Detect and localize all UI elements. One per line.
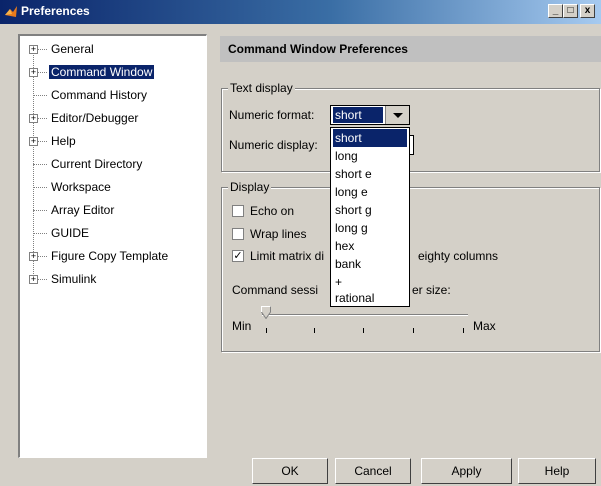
slider-tick bbox=[266, 328, 267, 333]
format-option[interactable]: long g bbox=[333, 219, 407, 237]
echo-on-label: Echo on bbox=[250, 204, 295, 218]
tree-item-current-directory[interactable]: Current Directory bbox=[29, 155, 144, 173]
limit-matrix-label: Limit matrix di bbox=[250, 249, 325, 263]
buffer-size-label-end: er size: bbox=[412, 283, 451, 297]
limit-matrix-checkbox[interactable]: ✓ bbox=[232, 250, 244, 262]
buffer-size-slider-track[interactable] bbox=[262, 314, 468, 316]
tree-item-figure-copy-template[interactable]: + Figure Copy Template bbox=[29, 247, 170, 265]
tree-item-command-window[interactable]: + Command Window bbox=[29, 63, 155, 81]
dropdown-button[interactable] bbox=[385, 106, 409, 124]
close-button[interactable]: x bbox=[580, 4, 595, 18]
minimize-button[interactable]: _ bbox=[548, 4, 563, 18]
limit-matrix-label-end: eighty columns bbox=[418, 249, 499, 263]
tree-item-command-history[interactable]: Command History bbox=[29, 86, 149, 104]
format-option[interactable]: short bbox=[333, 129, 407, 147]
format-option[interactable]: hex bbox=[333, 237, 407, 255]
format-option[interactable]: long e bbox=[333, 183, 407, 201]
preferences-tree[interactable]: + General + Command Window Command Histo… bbox=[18, 34, 207, 458]
tree-item-help[interactable]: + Help bbox=[29, 132, 78, 150]
tree-item-general[interactable]: + General bbox=[29, 40, 96, 58]
title-bar: Preferences _ □ x bbox=[0, 0, 601, 24]
wrap-lines-label: Wrap lines bbox=[250, 227, 307, 241]
buffer-size-label: Command sessi bbox=[232, 283, 319, 297]
tree-item-guide[interactable]: GUIDE bbox=[29, 224, 91, 242]
slider-tick bbox=[363, 328, 364, 333]
slider-thumb[interactable] bbox=[261, 306, 271, 319]
expand-icon[interactable]: + bbox=[29, 45, 38, 54]
ok-button[interactable]: OK bbox=[252, 458, 328, 484]
check-icon: ✓ bbox=[233, 250, 243, 262]
format-option[interactable]: rational bbox=[333, 289, 407, 307]
slider-min-label: Min bbox=[232, 319, 252, 333]
help-button[interactable]: Help bbox=[518, 458, 596, 484]
cancel-button[interactable]: Cancel bbox=[335, 458, 411, 484]
expand-icon[interactable]: + bbox=[29, 68, 38, 77]
expand-icon[interactable]: + bbox=[29, 275, 38, 284]
format-option[interactable]: short e bbox=[333, 165, 407, 183]
text-display-group: Text display bbox=[221, 81, 600, 172]
tree-item-editor-debugger[interactable]: + Editor/Debugger bbox=[29, 109, 140, 127]
maximize-button[interactable]: □ bbox=[563, 4, 578, 18]
expand-icon[interactable]: + bbox=[29, 252, 38, 261]
format-option[interactable]: long bbox=[333, 147, 407, 165]
format-option[interactable]: short g bbox=[333, 201, 407, 219]
wrap-lines-checkbox[interactable] bbox=[232, 228, 244, 240]
echo-on-checkbox[interactable] bbox=[232, 205, 244, 217]
numeric-format-value: short bbox=[333, 107, 383, 123]
tree-item-simulink[interactable]: + Simulink bbox=[29, 270, 98, 288]
slider-tick bbox=[463, 328, 464, 333]
numeric-display-label: Numeric display: bbox=[229, 138, 318, 152]
panel-header: Command Window Preferences bbox=[220, 36, 601, 62]
format-option[interactable]: bank bbox=[333, 255, 407, 273]
tree-item-array-editor[interactable]: Array Editor bbox=[29, 201, 116, 219]
text-display-title: Text display bbox=[228, 81, 295, 95]
apply-button[interactable]: Apply bbox=[421, 458, 512, 484]
chevron-down-icon bbox=[393, 113, 403, 118]
slider-max-label: Max bbox=[473, 319, 496, 333]
tree-item-workspace[interactable]: Workspace bbox=[29, 178, 113, 196]
matlab-logo-icon bbox=[5, 6, 17, 17]
slider-tick bbox=[314, 328, 315, 333]
display-title: Display bbox=[228, 180, 272, 194]
window-title: Preferences bbox=[21, 4, 90, 18]
expand-icon[interactable]: + bbox=[29, 114, 38, 123]
slider-tick bbox=[413, 328, 414, 333]
numeric-format-label: Numeric format: bbox=[229, 108, 315, 122]
expand-icon[interactable]: + bbox=[29, 137, 38, 146]
numeric-format-select[interactable]: short bbox=[330, 105, 410, 125]
numeric-format-dropdown[interactable]: short long short e long e short g long g… bbox=[330, 127, 410, 307]
